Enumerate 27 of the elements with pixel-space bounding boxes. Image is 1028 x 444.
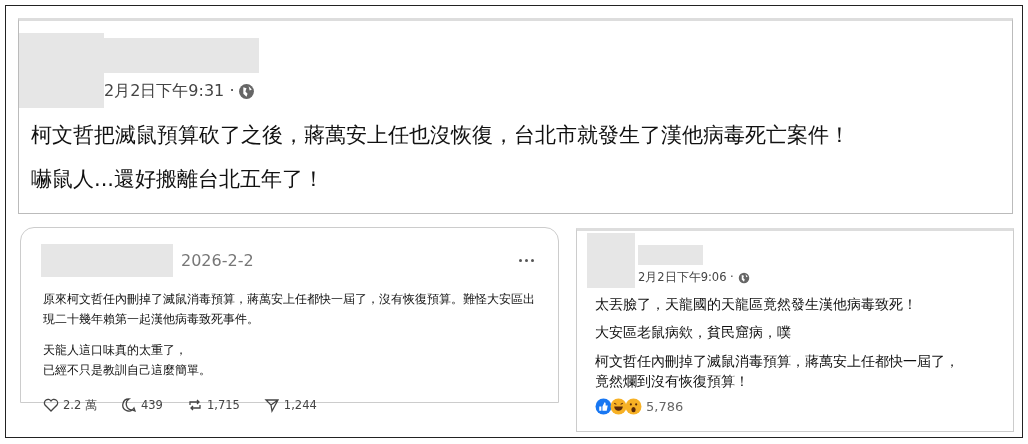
globe-icon: [737, 271, 750, 284]
post-timestamp[interactable]: 2月2日下午9:06 ·: [638, 269, 734, 287]
heart-icon[interactable]: [43, 397, 59, 414]
stat-count: 2.2 萬: [63, 396, 97, 414]
more-icon[interactable]: [519, 259, 534, 262]
surprised-face-icon[interactable]: [625, 398, 642, 416]
post-text: 已經不只是教訓自己這麼簡單。: [43, 362, 212, 380]
redacted-avatar: [587, 233, 635, 288]
post-timestamp[interactable]: 2月2日下午9:31 ·: [104, 79, 235, 103]
post-text: 嚇鼠人...還好搬離台北五年了！: [31, 165, 326, 193]
stat-count: 1,244: [283, 396, 317, 414]
post-text: 原來柯文哲任內刪掉了滅鼠消毒預算，蔣萬安上任都快一屆了，沒有恢復預算。難怪大安區出現二十幾年賴第一起漢他病毒致死事件。: [43, 291, 536, 329]
reaction-count[interactable]: 5,786: [646, 397, 684, 417]
stat-count: 1,715: [206, 396, 240, 414]
redacted-name: [638, 245, 703, 265]
post-text: 天龍人這口味真的太重了，: [43, 341, 188, 359]
post-text: 竟然爛到沒有恢復預算！: [595, 371, 750, 391]
like-reaction-icon[interactable]: [595, 398, 612, 416]
post-text: 柯文哲任內刪掉了滅鼠消毒預算，蔣萬安上任都快一屆了，: [595, 351, 960, 371]
post-text: 柯文哲把滅鼠預算砍了之後，蔣萬安上任也沒恢復，台北市就發生了漢他病毒死亡案件！: [31, 122, 851, 149]
globe-icon: [238, 82, 256, 100]
post-text: 大安區老鼠病欸，貧民窟病，噗: [595, 323, 792, 343]
post-text: 太丟臉了，天龍國的天龍區竟然發生漢他病毒致死！: [595, 295, 918, 314]
post-date: 2026-2-2: [181, 249, 254, 272]
laughing-face-icon[interactable]: [610, 398, 627, 416]
send-icon[interactable]: [263, 397, 280, 414]
stat-count: 439: [140, 396, 163, 414]
